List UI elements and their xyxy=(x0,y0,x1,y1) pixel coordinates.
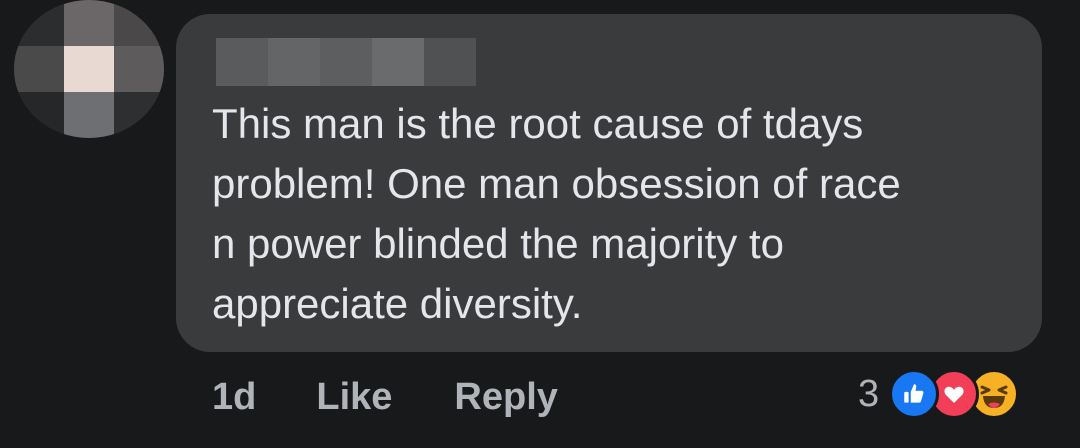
reply-button[interactable]: Reply xyxy=(454,376,557,419)
avatar[interactable] xyxy=(14,0,164,138)
reaction-count: 3 xyxy=(858,372,880,415)
comment-actions: 1d Like Reply xyxy=(212,372,558,422)
like-reaction-icon xyxy=(889,369,940,419)
like-button[interactable]: Like xyxy=(316,376,392,419)
reactions-summary[interactable]: 3 xyxy=(858,364,1020,424)
comment-text: This man is the root cause of tdays prob… xyxy=(212,100,901,327)
author-name-pixelated[interactable] xyxy=(216,38,476,86)
comment-bubble: This man is the root cause of tdays prob… xyxy=(176,14,1042,352)
comment-timestamp[interactable]: 1d xyxy=(212,376,256,419)
